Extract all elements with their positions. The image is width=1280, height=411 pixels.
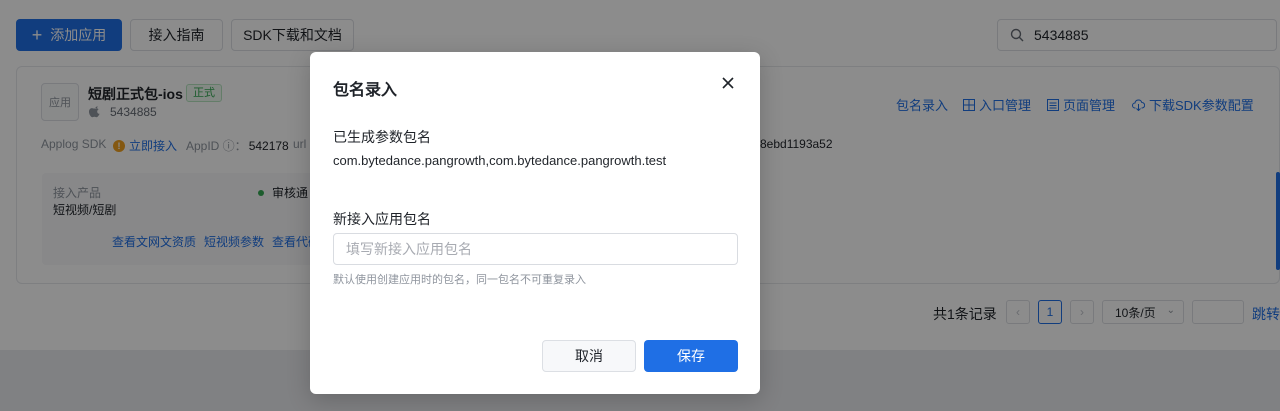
package-entry-dialog: 包名录入 已生成参数包名 com.bytedance.pangrowth,com… <box>310 52 760 394</box>
generated-package-value: com.bytedance.pangrowth,com.bytedance.pa… <box>333 153 667 168</box>
new-package-hint: 默认使用创建应用时的包名，同一包名不可重复录入 <box>333 274 586 286</box>
generated-package-label: 已生成参数包名 <box>333 129 431 145</box>
new-package-label: 新接入应用包名 <box>333 211 431 227</box>
save-button[interactable]: 保存 <box>644 340 738 372</box>
close-icon[interactable] <box>719 74 737 92</box>
cancel-button[interactable]: 取消 <box>542 340 636 372</box>
new-package-input[interactable] <box>333 233 738 265</box>
dialog-title: 包名录入 <box>333 82 398 99</box>
